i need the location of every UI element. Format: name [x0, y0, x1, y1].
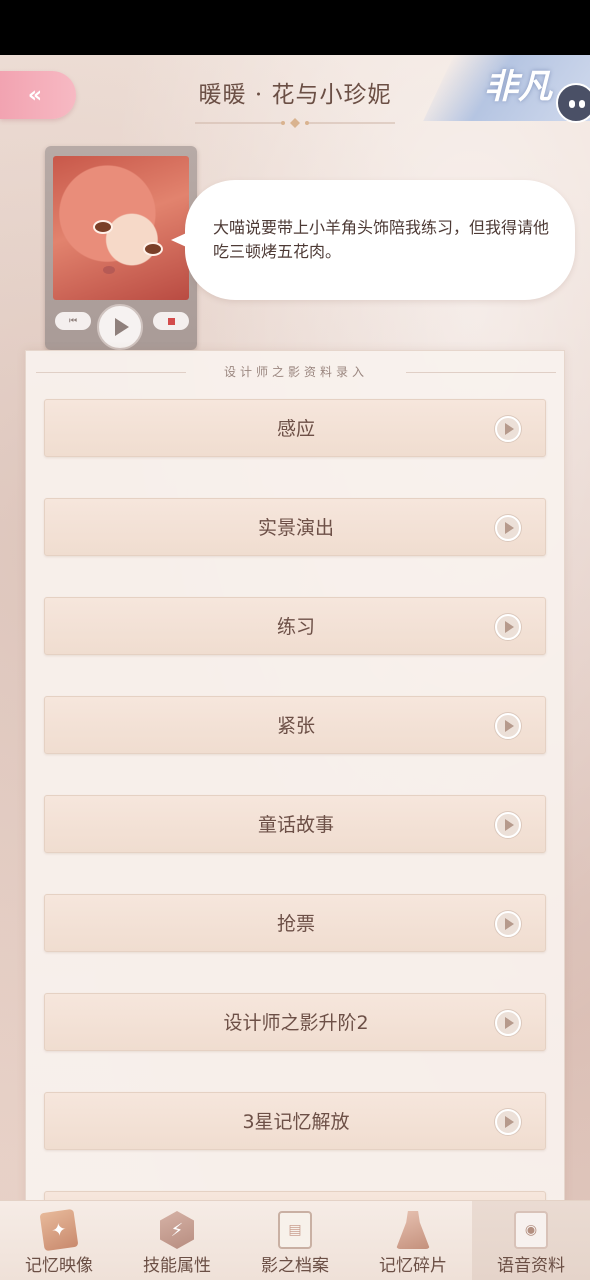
voice-item[interactable]: 感应: [44, 399, 546, 457]
nav-memory-fragments[interactable]: 记忆碎片: [354, 1201, 472, 1280]
back-button[interactable]: «: [0, 71, 76, 119]
nav-label: 技能属性: [143, 1256, 211, 1276]
portrait-mouth: [103, 266, 115, 274]
play-icon[interactable]: [495, 911, 521, 937]
status-bar: [0, 0, 590, 55]
play-icon[interactable]: [495, 812, 521, 838]
previous-icon: ⏮: [68, 316, 78, 326]
nav-shadow-archive[interactable]: ▤ 影之档案: [236, 1201, 354, 1280]
memory-image-icon: ✦: [39, 1208, 79, 1252]
voice-item-label: 练习: [276, 616, 315, 638]
voice-item-label: 感应: [276, 418, 315, 440]
previous-button[interactable]: ⏮: [55, 312, 91, 330]
fragment-icon: [396, 1211, 430, 1249]
nav-label: 记忆映像: [25, 1256, 93, 1276]
nav-label: 影之档案: [261, 1256, 329, 1276]
skill-icon: ⚡: [160, 1211, 194, 1249]
voice-item[interactable]: 练习: [44, 597, 546, 655]
voice-data-screen: 非凡 « 暖暖 · 花与小珍妮 ⏮ 大喵说要带上小羊角头饰陪我练习，但我得请他吃…: [0, 55, 590, 1280]
voice-item[interactable]: 实景演出: [44, 498, 546, 556]
page-title: 暖暖 · 花与小珍妮: [198, 82, 392, 108]
mascot-icon[interactable]: [556, 83, 590, 123]
play-icon[interactable]: [495, 614, 521, 640]
nav-skill-attributes[interactable]: ⚡ 技能属性: [118, 1201, 236, 1280]
voice-item-label: 实景演出: [257, 517, 334, 539]
nav-label: 语音资料: [497, 1256, 565, 1276]
portrait-eye: [93, 220, 113, 234]
portrait-eye: [143, 242, 163, 256]
voice-item-label: 童话故事: [257, 814, 334, 836]
stop-icon: [167, 317, 175, 325]
voice-item-label: 3星记忆解放: [242, 1111, 350, 1133]
archive-icon: ▤: [278, 1211, 312, 1249]
voice-item[interactable]: 童话故事: [44, 795, 546, 853]
nav-memory-image[interactable]: ✦ 记忆映像: [0, 1201, 118, 1280]
play-icon[interactable]: [495, 1109, 521, 1135]
nav-voice-data[interactable]: ◉ 语音资料: [472, 1201, 590, 1280]
play-icon[interactable]: [495, 416, 521, 442]
back-arrow-icon: «: [27, 82, 42, 108]
voice-item[interactable]: 抢票: [44, 894, 546, 952]
voice-item-label: 紧张: [276, 715, 315, 737]
rarity-label: 非凡: [484, 67, 552, 107]
voice-quote: 大喵说要带上小羊角头饰陪我练习，但我得请他吃三顿烤五花肉。: [213, 218, 550, 261]
play-icon[interactable]: [495, 1010, 521, 1036]
play-icon[interactable]: [495, 515, 521, 541]
section-title: 设计师之影资料录入: [26, 363, 566, 380]
play-icon: [115, 318, 129, 336]
nav-label: 记忆碎片: [379, 1256, 447, 1276]
stop-button[interactable]: [153, 312, 189, 330]
voice-item[interactable]: 3星记忆解放: [44, 1092, 546, 1150]
voice-item-label: 抢票: [276, 913, 315, 935]
play-button[interactable]: [97, 304, 143, 350]
title-ornament: [195, 118, 395, 128]
voice-item[interactable]: 紧张: [44, 696, 546, 754]
voice-record-panel: 设计师之影资料录入 感应 实景演出 练习 紧张 童话故事 抢票 设计师之影升阶2…: [25, 350, 565, 1280]
speech-bubble: 大喵说要带上小羊角头饰陪我练习，但我得请他吃三顿烤五花肉。: [171, 180, 575, 300]
voice-item[interactable]: 设计师之影升阶2: [44, 993, 546, 1051]
voice-icon: ◉: [514, 1211, 548, 1249]
play-icon[interactable]: [495, 713, 521, 739]
voice-item-label: 设计师之影升阶2: [223, 1012, 369, 1034]
bottom-nav: ✦ 记忆映像 ⚡ 技能属性 ▤ 影之档案 记忆碎片 ◉ 语音资料: [0, 1200, 590, 1280]
character-portrait: [53, 156, 189, 300]
